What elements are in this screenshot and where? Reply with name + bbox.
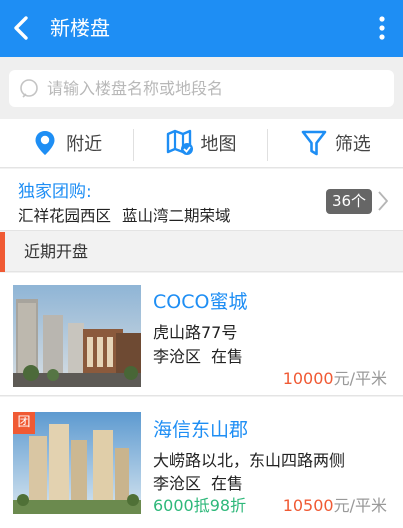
- listing-status: 在售: [211, 474, 244, 493]
- group-buy-item[interactable]: 蓝山湾二期荣域: [122, 207, 231, 225]
- app-screen: 新楼盘 请输入楼盘名称或地段名 附近 地图 筛选 独家团购: 汇祥花园西区 蓝山…: [0, 0, 403, 528]
- chevron-right-icon[interactable]: [376, 188, 390, 214]
- group-buy-item[interactable]: 汇祥花园西区: [18, 207, 111, 225]
- listing-address: 大崂路以北，东山四路两侧: [153, 451, 346, 470]
- listing-promo: 6000抵98折: [153, 496, 247, 515]
- listing-thumbnail[interactable]: [13, 285, 141, 387]
- section-title: 近期开盘: [24, 242, 89, 261]
- listing-status: 在售: [211, 347, 244, 366]
- section-header: 近期开盘: [0, 232, 403, 272]
- filter-funnel-icon: [301, 129, 327, 157]
- group-buy-badge: 团: [13, 412, 35, 434]
- search-input[interactable]: [47, 70, 387, 107]
- listing-price-unit: 元/平米: [333, 496, 387, 515]
- listing-district: 李沧区: [153, 474, 202, 493]
- search-icon: [19, 78, 41, 100]
- listing-address: 虎山路77号: [153, 323, 238, 342]
- filter-nearby-label: 附近: [66, 134, 103, 155]
- search-bar: [0, 57, 403, 119]
- search-box[interactable]: [9, 70, 394, 107]
- top-bar: 新楼盘: [0, 0, 403, 57]
- location-pin-icon: [32, 129, 58, 157]
- listing-status-line: 李沧区 在售: [153, 470, 243, 494]
- listing-price-value: 10500: [282, 496, 334, 515]
- filter-map-button[interactable]: 地图: [134, 119, 268, 167]
- listing-status-line: 李沧区 在售: [153, 343, 243, 367]
- group-buy-title: 独家团购:: [18, 182, 92, 202]
- listing-price: 10000元/平米: [283, 365, 387, 389]
- building-photo: [13, 285, 141, 387]
- group-buy-items: 汇祥花园西区 蓝山湾二期荣域: [18, 204, 230, 226]
- listing-name[interactable]: 海信东山郡: [153, 415, 248, 442]
- listing-price-unit: 元/平米: [333, 369, 387, 388]
- listing-price: 10500元/平米: [283, 492, 387, 516]
- group-buy-count-badge: 36个: [326, 189, 372, 214]
- back-arrow-icon[interactable]: [6, 12, 38, 44]
- listing-district: 李沧区: [153, 347, 202, 366]
- group-buy-banner[interactable]: 独家团购: 汇祥花园西区 蓝山湾二期荣域 36个: [0, 169, 403, 231]
- filter-nearby-button[interactable]: 附近: [0, 119, 134, 167]
- filter-map-label: 地图: [200, 134, 237, 155]
- filter-screen-button[interactable]: 筛选: [269, 119, 403, 167]
- listing-thumbnail[interactable]: 团: [13, 412, 141, 514]
- page-title: 新楼盘: [50, 16, 110, 40]
- section-accent-bar: [0, 232, 5, 272]
- listing-card[interactable]: COCO蜜城 虎山路77号 李沧区 在售 10000元/平米: [0, 273, 403, 396]
- filter-screen-label: 筛选: [334, 134, 371, 155]
- listing-card[interactable]: 团 海信东山郡 大崂路以北，东山四路两侧 李沧区 在售 6000抵98折 1050…: [0, 397, 403, 528]
- listing-name[interactable]: COCO蜜城: [153, 287, 247, 314]
- filter-toolbar: 附近 地图 筛选: [0, 119, 403, 168]
- listing-price-value: 10000: [282, 369, 334, 388]
- map-icon: [166, 129, 194, 157]
- more-vertical-icon[interactable]: [375, 14, 389, 44]
